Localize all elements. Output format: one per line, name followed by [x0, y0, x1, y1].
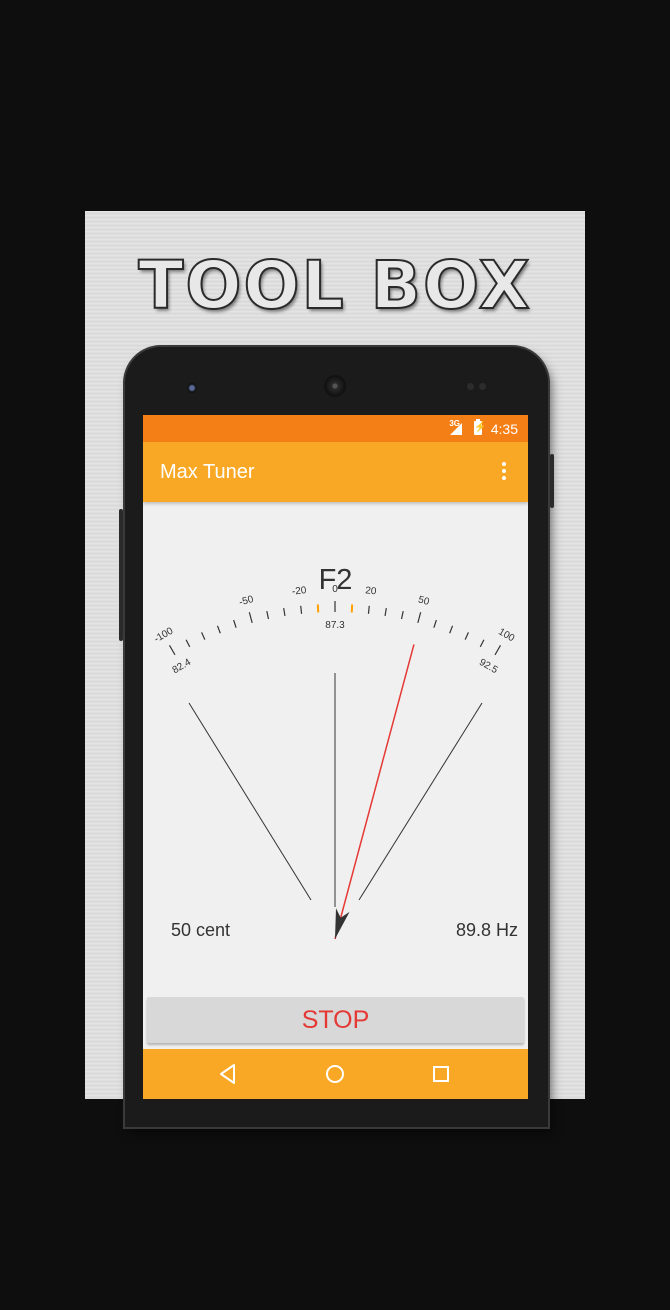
tuner-gauge: F2 -100 -50 -20 0 20 50 100 82.4 87.3 92.5 50 cen…	[143, 502, 528, 972]
dial-tick	[367, 605, 370, 614]
dial-tick	[233, 619, 237, 628]
proximity-sensor	[467, 383, 474, 390]
volume-button	[119, 509, 123, 641]
dial-tick	[283, 607, 286, 617]
stop-button[interactable]: STOP	[147, 997, 524, 1043]
status-time: 4:35	[490, 421, 518, 437]
frequency-tick-label: 92.5	[477, 657, 500, 676]
app-screen: 3G 4:35 Max Tuner F2 -100-50-20020501008…	[143, 415, 528, 1099]
cent-readout: 50 cent	[171, 920, 231, 940]
dial-tick	[384, 607, 387, 617]
dial-tick	[400, 611, 404, 620]
dial-tick	[216, 625, 221, 634]
promo-title: TOOL BOX	[137, 246, 532, 325]
cent-tick-label: 20	[365, 585, 378, 597]
battery-charging-icon	[474, 419, 486, 435]
cent-tick-label: 100	[496, 626, 516, 644]
navigation-bar	[143, 1049, 528, 1099]
light-sensor	[479, 383, 486, 390]
power-button	[550, 454, 554, 508]
dial-tick	[248, 612, 253, 624]
dial-tick	[300, 605, 303, 614]
front-camera	[187, 383, 197, 393]
cent-tick-label: 0	[332, 584, 338, 595]
dial-tick	[494, 645, 502, 656]
cent-tick-label: -50	[238, 594, 255, 608]
recents-icon[interactable]	[430, 1063, 452, 1085]
tuner-dial: -100 -50 -20 0 20 50 100 82.4 87.3 92.5	[152, 584, 517, 940]
status-bar: 3G 4:35	[143, 415, 528, 442]
more-vert-icon[interactable]	[492, 460, 516, 484]
cent-tick-label: 50	[417, 594, 431, 608]
dial-labels: -100 -50 -20 0 20 50 100 82.4 87.3 92.5	[152, 584, 516, 676]
back-icon[interactable]	[218, 1063, 240, 1085]
dial-tick	[479, 639, 485, 648]
needle-line	[334, 644, 415, 940]
dial-tick	[266, 611, 270, 620]
earpiece-speaker	[324, 375, 346, 397]
dial-tick	[168, 645, 176, 656]
app-bar: Max Tuner	[143, 442, 528, 502]
frequency-tick-label: 82.4	[171, 657, 194, 676]
app-title: Max Tuner	[160, 461, 255, 483]
dial-tick	[417, 612, 422, 624]
cent-tick-label: -20	[291, 585, 307, 597]
dial-tick	[201, 632, 206, 640]
frequency-readout: 89.8 Hz	[455, 920, 518, 940]
dial-tick	[185, 639, 191, 648]
dial-tick	[464, 632, 469, 640]
signal-icon	[450, 423, 462, 435]
cent-tick-label: -100	[152, 625, 175, 645]
right-guide-line	[358, 702, 483, 901]
dial-tick	[449, 625, 454, 634]
home-icon[interactable]	[324, 1063, 346, 1085]
frequency-tick-label: 87.3	[325, 620, 345, 631]
dial-tick	[433, 619, 437, 628]
tuner-needle	[334, 644, 415, 940]
left-guide-line	[188, 702, 312, 901]
